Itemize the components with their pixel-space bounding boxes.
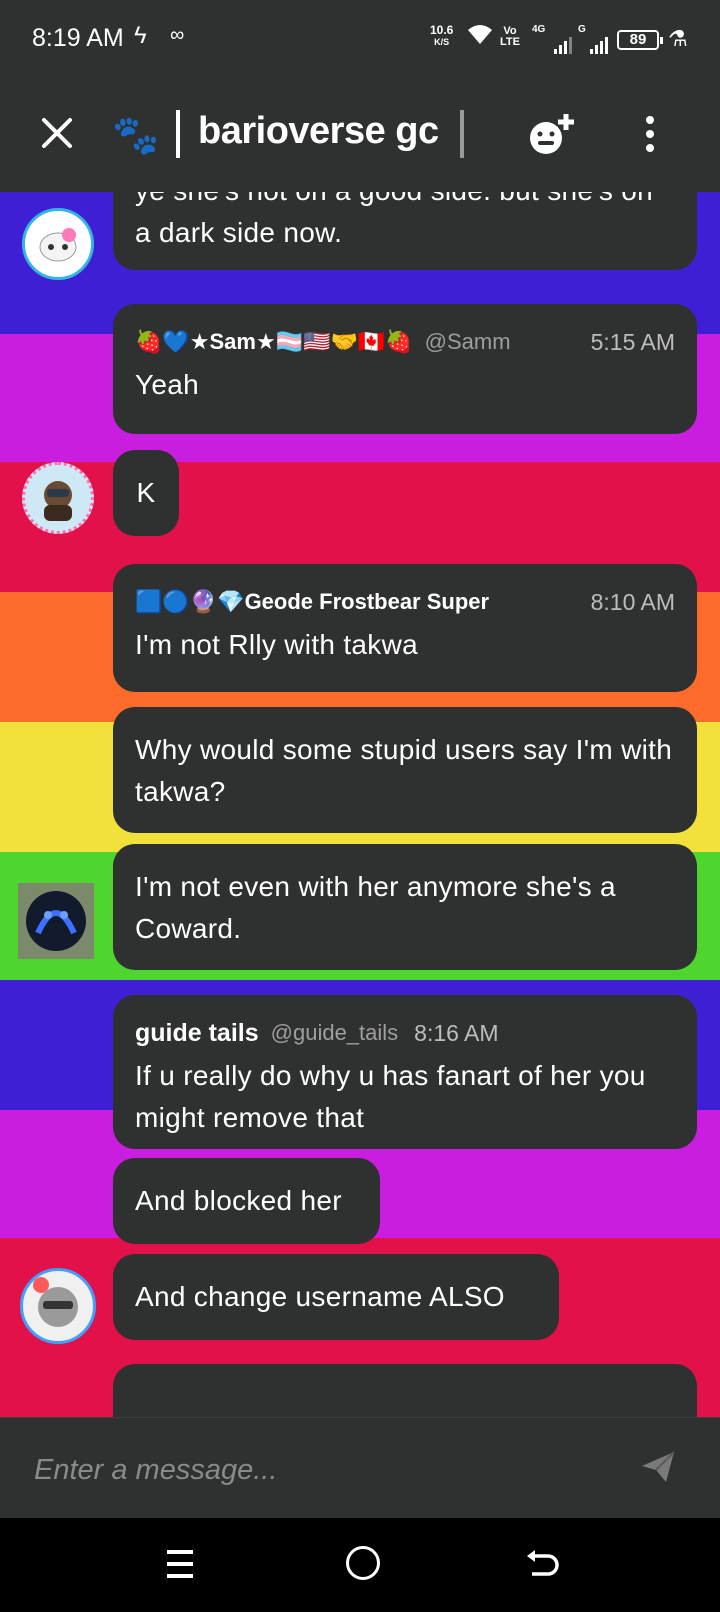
title-divider <box>460 110 464 158</box>
avatar[interactable] <box>20 1268 96 1344</box>
message-bubble[interactable]: I'm not even with her anymore she's a Co… <box>113 844 697 970</box>
avatar-image <box>39 228 77 262</box>
avatar[interactable] <box>22 208 94 280</box>
volte-indicator: Vo LTE <box>500 26 520 48</box>
message-text: If u really do why u has fanart of her y… <box>135 1060 646 1133</box>
message-time: 8:10 AM <box>590 588 675 615</box>
battery-level: 89 <box>629 31 647 48</box>
message-text: And blocked her <box>135 1185 342 1216</box>
message-handle[interactable]: @guide_tails <box>271 1020 399 1046</box>
message-author[interactable]: guide tails <box>135 1019 259 1048</box>
system-nav-bar <box>0 1518 720 1612</box>
wifi-icon <box>468 25 492 44</box>
message-time: 5:15 AM <box>590 328 675 355</box>
home-icon[interactable] <box>346 1546 380 1580</box>
message-bubble[interactable] <box>113 1364 697 1417</box>
sim2-signal: G <box>578 24 608 54</box>
bolt-icon: ϟ <box>134 22 147 49</box>
more-vert-icon[interactable] <box>638 112 662 160</box>
chat-area[interactable]: ye she's not on a good side. but she's o… <box>0 192 720 1417</box>
add-member-icon[interactable] <box>526 112 580 160</box>
message-time: 8:16 AM <box>414 1019 499 1046</box>
flask-icon: ⚗ <box>668 26 688 51</box>
chat-title[interactable]: barioverse gc <box>198 110 439 153</box>
send-icon[interactable] <box>640 1448 676 1484</box>
network-speed: 10.6 K/S <box>430 24 453 48</box>
message-bubble[interactable]: ye she's not on a good side. but she's o… <box>113 192 697 270</box>
network-speed-value: 10.6 <box>430 23 454 37</box>
status-bar: 8:19 AM ϟ ∞ 10.6 K/S Vo LTE 4G G 89 ⚗ <box>0 0 720 80</box>
menu-icon[interactable] <box>165 1546 195 1582</box>
title-divider <box>176 110 180 158</box>
message-composer <box>0 1417 720 1519</box>
avatar-image <box>18 883 94 959</box>
paw-icon: 🐾 <box>112 115 160 157</box>
message-meta: 🟦🔵🔮💎Geode Frostbear Super 8:10 AM <box>135 580 675 624</box>
message-meta: 🍓💙★Sam★🏳️‍⚧️🇺🇸🤝🇨🇦🍓 @Samm 5:15 AM <box>135 320 675 364</box>
message-bubble[interactable]: 🍓💙★Sam★🏳️‍⚧️🇺🇸🤝🇨🇦🍓 @Samm 5:15 AM Yeah <box>113 304 697 434</box>
message-bubble[interactable]: And blocked her <box>113 1158 380 1244</box>
status-time: 8:19 AM <box>32 24 124 52</box>
message-text: I'm not even with her anymore she's a Co… <box>135 871 616 944</box>
message-text: And change username ALSO <box>135 1281 505 1312</box>
signal-bars-icon <box>590 36 608 54</box>
message-text: Yeah <box>135 369 200 400</box>
message-bubble[interactable]: Why would some stupid users say I'm with… <box>113 707 697 833</box>
message-input[interactable] <box>32 1446 596 1494</box>
battery-icon: 89 <box>617 30 663 50</box>
message-author[interactable]: 🍓💙★Sam★🏳️‍⚧️🇺🇸🤝🇨🇦🍓 <box>135 329 413 355</box>
sim1-label: 4G <box>532 24 546 35</box>
back-icon[interactable] <box>524 1546 560 1582</box>
message-text: K <box>136 477 156 508</box>
message-bubble[interactable]: K <box>113 450 179 536</box>
avatar-image <box>33 1277 78 1327</box>
signal-bars-icon <box>554 36 572 54</box>
message-bubble[interactable]: And change username ALSO <box>113 1254 559 1340</box>
sim2-label: G <box>578 24 586 35</box>
avatar-image <box>44 481 72 521</box>
message-handle[interactable]: @Samm <box>425 329 511 355</box>
message-author[interactable]: 🟦🔵🔮💎Geode Frostbear Super <box>135 589 489 615</box>
volte-bottom: LTE <box>500 36 520 48</box>
chat-header: 🐾 barioverse gc <box>0 80 720 192</box>
message-bubble[interactable]: guide tails @guide_tails 8:16 AM If u re… <box>113 995 697 1149</box>
message-text: ye she's not on a good side. but she's o… <box>135 192 653 248</box>
message-bubble[interactable]: 🟦🔵🔮💎Geode Frostbear Super 8:10 AM I'm no… <box>113 564 697 692</box>
close-icon[interactable] <box>36 112 78 154</box>
avatar[interactable] <box>18 883 94 959</box>
infinity-icon: ∞ <box>170 24 185 46</box>
message-meta: guide tails @guide_tails 8:16 AM <box>135 1011 675 1055</box>
avatar[interactable] <box>22 462 94 534</box>
sim1-signal: 4G <box>532 24 572 54</box>
message-text: Why would some stupid users say I'm with… <box>135 734 673 807</box>
message-text: I'm not Rlly with takwa <box>135 629 418 660</box>
network-speed-unit: K/S <box>434 37 450 47</box>
